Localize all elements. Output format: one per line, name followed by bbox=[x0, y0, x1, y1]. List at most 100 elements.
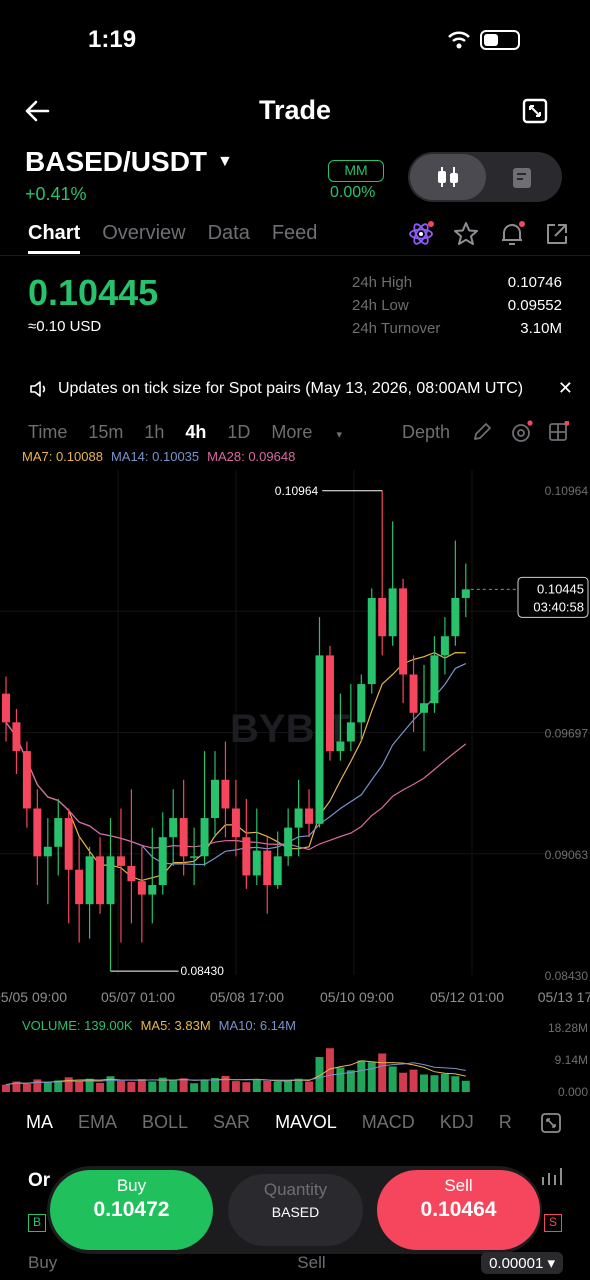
candle-body bbox=[2, 693, 10, 723]
tf-1d[interactable]: 1D bbox=[227, 422, 250, 443]
volume-bar bbox=[263, 1080, 272, 1092]
countdown-label: 03:40:58 bbox=[533, 599, 584, 614]
sell-button[interactable]: Sell 0.10464 bbox=[377, 1170, 540, 1250]
chart-bars-icon[interactable] bbox=[540, 1165, 564, 1187]
last-price: 0.10445 bbox=[28, 272, 159, 313]
ind-ema[interactable]: EMA bbox=[78, 1112, 117, 1133]
candle-body bbox=[190, 856, 199, 858]
volume-bar bbox=[22, 1083, 31, 1092]
candlestick-chart[interactable]: BYBIT 0.109640.096970.090630.08430 05/05… bbox=[0, 470, 590, 1015]
x-tick-label: 05/05 09:00 bbox=[0, 989, 67, 1005]
tab-overview[interactable]: Overview bbox=[102, 222, 185, 254]
indicator-tabs: MA EMA BOLL SAR MAVOL MACD KDJ R bbox=[26, 1112, 512, 1133]
candle-body bbox=[64, 818, 73, 870]
close-icon[interactable]: ✕ bbox=[558, 378, 573, 399]
candle-body bbox=[461, 589, 470, 598]
ma14-label: MA14: 0.10035 bbox=[110, 449, 200, 464]
candle-body bbox=[305, 808, 314, 824]
expand-icon[interactable] bbox=[522, 98, 548, 124]
buy-button[interactable]: Buy 0.10472 bbox=[50, 1170, 213, 1250]
wifi-icon bbox=[448, 31, 470, 49]
notice-banner[interactable]: Updates on tick size for Spot pairs (May… bbox=[28, 378, 573, 399]
candle-body bbox=[420, 703, 428, 713]
current-price-label: 0.10445 bbox=[537, 581, 584, 596]
atom-icon[interactable] bbox=[408, 221, 434, 247]
candle-body bbox=[409, 674, 418, 713]
stat-turnover: 24h Turnover 3.10M bbox=[352, 320, 562, 337]
stat-low: 24h Low 0.09552 bbox=[352, 297, 562, 314]
tf-more[interactable]: More ▾ bbox=[271, 422, 363, 443]
volume-bar bbox=[284, 1079, 293, 1092]
candle-body bbox=[388, 588, 397, 637]
x-tick-label: 05/08 17:00 bbox=[210, 989, 284, 1005]
tick-size-select[interactable]: 0.00001 ▾ bbox=[481, 1252, 563, 1274]
volume-bar bbox=[148, 1081, 157, 1092]
candle-body bbox=[252, 850, 261, 876]
candle-body bbox=[284, 827, 293, 857]
tf-4h[interactable]: 4h bbox=[185, 422, 206, 443]
tf-15m[interactable]: 15m bbox=[88, 422, 123, 443]
notice-text: Updates on tick size for Spot pairs (May… bbox=[58, 379, 524, 397]
stat-high: 24h High 0.10746 bbox=[352, 274, 562, 291]
y-tick-label: 0.09063 bbox=[545, 848, 589, 862]
pair-selector[interactable]: BASED/USDT ▼ bbox=[25, 146, 233, 178]
ind-r[interactable]: R bbox=[499, 1112, 512, 1133]
volume-bar bbox=[200, 1080, 209, 1092]
volume-bar bbox=[242, 1082, 251, 1092]
tf-1h[interactable]: 1h bbox=[144, 422, 164, 443]
share-icon[interactable] bbox=[544, 221, 570, 247]
x-tick-label: 05/12 01:00 bbox=[430, 989, 504, 1005]
candle-body bbox=[378, 597, 387, 637]
volume-bar bbox=[106, 1076, 115, 1092]
indicator-expand-icon[interactable] bbox=[540, 1112, 562, 1134]
tab-chart[interactable]: Chart bbox=[28, 222, 81, 254]
ind-sar[interactable]: SAR bbox=[213, 1112, 250, 1133]
orderbook-sell-label: Sell bbox=[297, 1253, 326, 1272]
volume-bar bbox=[116, 1080, 125, 1092]
volume-bar bbox=[461, 1080, 470, 1092]
tab-feed[interactable]: Feed bbox=[272, 222, 318, 254]
volume-bar bbox=[346, 1070, 355, 1092]
ma-legend: MA7: 0.10088 MA14: 0.10035 MA28: 0.09648 bbox=[22, 449, 295, 464]
candle-body bbox=[106, 856, 115, 905]
candle-body bbox=[399, 588, 408, 675]
mm-badge[interactable]: MM bbox=[328, 160, 384, 182]
timeframe-bar: Time 15m 1h 4h 1D More ▾ Depth bbox=[28, 420, 573, 444]
volume-bar bbox=[325, 1048, 334, 1092]
ind-mavol[interactable]: MAVOL bbox=[275, 1112, 337, 1133]
indicator-settings-icon[interactable] bbox=[509, 420, 533, 444]
volume-bar bbox=[179, 1078, 188, 1092]
sell-badge-icon: S bbox=[544, 1214, 562, 1232]
candle-body bbox=[54, 818, 63, 847]
candle-body bbox=[43, 846, 52, 857]
star-icon[interactable] bbox=[452, 220, 480, 248]
orderbook-view-icon[interactable] bbox=[510, 165, 536, 191]
pencil-icon[interactable] bbox=[471, 421, 493, 443]
orders-tab-partial[interactable]: Or bbox=[28, 1170, 50, 1192]
ind-kdj[interactable]: KDJ bbox=[440, 1112, 474, 1133]
bell-icon[interactable] bbox=[498, 220, 526, 248]
volume-bar bbox=[33, 1079, 42, 1092]
ind-boll[interactable]: BOLL bbox=[142, 1112, 188, 1133]
quantity-field[interactable]: Quantity BASED bbox=[228, 1174, 363, 1246]
volume-bar bbox=[378, 1053, 387, 1092]
tab-data[interactable]: Data bbox=[208, 222, 250, 254]
volume-bar bbox=[357, 1060, 366, 1092]
tf-time[interactable]: Time bbox=[28, 422, 67, 443]
ind-ma[interactable]: MA bbox=[26, 1112, 53, 1133]
buy-label: Buy bbox=[116, 1176, 147, 1195]
volume-chart[interactable]: 18.28M 9.14M 0.000 bbox=[0, 1020, 590, 1100]
battery-icon bbox=[480, 30, 520, 50]
quantity-label: Quantity bbox=[263, 1180, 328, 1199]
volume-y-label: 0.000 bbox=[558, 1085, 588, 1099]
candle-body bbox=[440, 636, 449, 656]
grid-layout-icon[interactable] bbox=[547, 421, 570, 443]
quantity-unit: BASED bbox=[271, 1204, 320, 1220]
candle-view-button[interactable] bbox=[410, 154, 486, 200]
mm-value: 0.00% bbox=[330, 184, 376, 201]
sell-label: Sell bbox=[444, 1176, 473, 1195]
ind-macd[interactable]: MACD bbox=[362, 1112, 415, 1133]
volume-y-labels: 18.28M 9.14M 0.000 bbox=[548, 1021, 588, 1099]
volume-bar bbox=[252, 1079, 261, 1092]
tf-depth[interactable]: Depth bbox=[402, 422, 450, 443]
